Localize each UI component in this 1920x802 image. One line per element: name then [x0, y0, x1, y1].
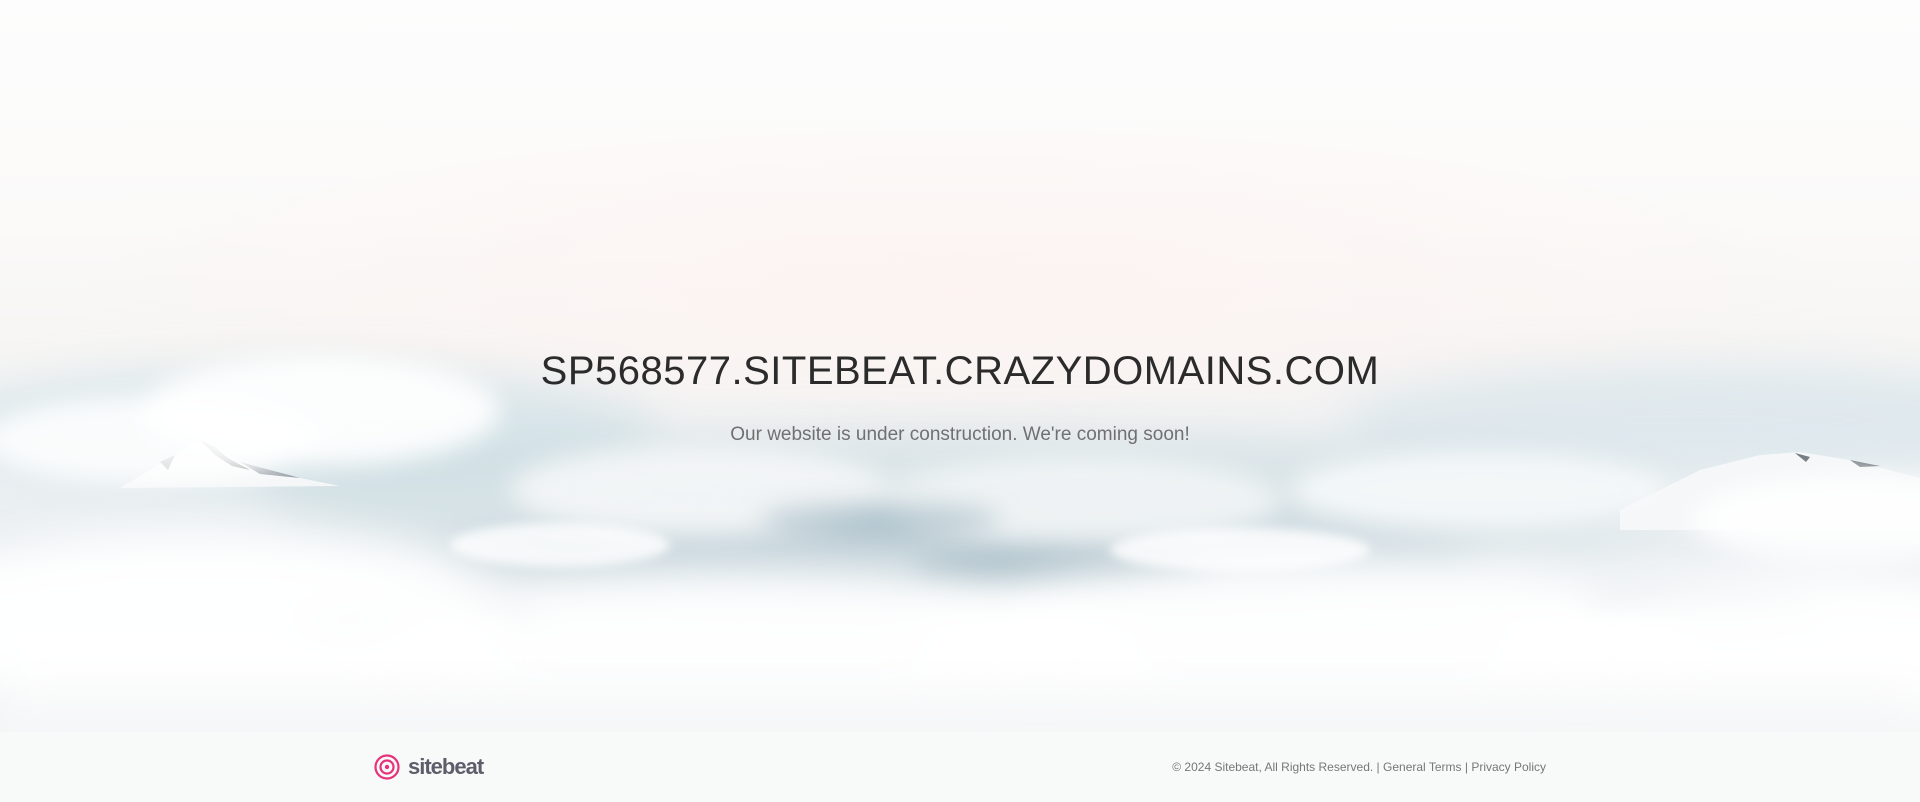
- target-icon: [374, 754, 400, 780]
- footer-inner: sitebeat © 2024 Sitebeat, All Rights Res…: [374, 732, 1546, 802]
- hero-content: SP568577.SITEBEAT.CRAZYDOMAINS.COM Our w…: [0, 345, 1920, 447]
- brand-name: sitebeat: [408, 754, 484, 779]
- sitebeat-logo-link[interactable]: sitebeat: [374, 754, 484, 780]
- page: SP568577.SITEBEAT.CRAZYDOMAINS.COM Our w…: [0, 0, 1920, 802]
- legal-links: © 2024 Sitebeat, All Rights Reserved. | …: [1172, 760, 1546, 774]
- separator: |: [1464, 760, 1468, 774]
- privacy-policy-link[interactable]: Privacy Policy: [1471, 760, 1546, 774]
- site-subtitle: Our website is under construction. We're…: [730, 424, 1190, 445]
- footer: sitebeat © 2024 Sitebeat, All Rights Res…: [0, 732, 1920, 802]
- site-title: SP568577.SITEBEAT.CRAZYDOMAINS.COM: [540, 349, 1380, 393]
- hero-section: SP568577.SITEBEAT.CRAZYDOMAINS.COM Our w…: [0, 0, 1920, 732]
- copyright-text: © 2024 Sitebeat, All Rights Reserved.: [1172, 760, 1374, 774]
- general-terms-link[interactable]: General Terms: [1383, 760, 1461, 774]
- separator: |: [1376, 760, 1380, 774]
